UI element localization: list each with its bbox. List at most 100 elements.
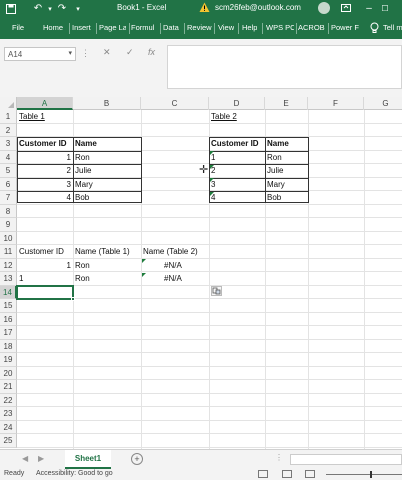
- page-layout-view-icon[interactable]: [282, 470, 292, 478]
- row-header-1[interactable]: 1: [0, 110, 17, 124]
- minimize-icon[interactable]: –: [362, 2, 376, 15]
- row-header-4[interactable]: 4: [0, 150, 17, 164]
- cell-e6[interactable]: Mary: [265, 178, 287, 192]
- name-box[interactable]: A14 ▾: [4, 47, 76, 61]
- cell-e5[interactable]: Julie: [265, 164, 285, 178]
- paste-options-icon[interactable]: [211, 286, 222, 296]
- cell-d1[interactable]: Table 2: [209, 110, 239, 124]
- row-header-19[interactable]: 19: [0, 353, 17, 367]
- fill-handle[interactable]: [71, 297, 75, 301]
- column-header-g[interactable]: G: [364, 97, 402, 110]
- lightbulb-icon[interactable]: [370, 22, 379, 34]
- scroll-left-icon[interactable]: ◀: [22, 454, 28, 463]
- column-header-d[interactable]: D: [209, 97, 265, 110]
- tab-page-layout[interactable]: Page La: [99, 23, 126, 32]
- chevron-down-icon[interactable]: ▾: [68, 49, 72, 57]
- maximize-icon[interactable]: ☐: [378, 2, 392, 15]
- worksheet-grid[interactable]: A B C D E F G 1 2 3 4 5 6 7 8 9 10 11 12 13 14 15 16 17 1…: [0, 97, 402, 449]
- row-header-9[interactable]: 9: [0, 218, 17, 232]
- row-header-10[interactable]: 10: [0, 231, 17, 245]
- scroll-right-icon[interactable]: ▶: [38, 454, 44, 463]
- tab-acrobat[interactable]: ACROB: [298, 23, 326, 32]
- cell-b7[interactable]: Bob: [73, 191, 91, 205]
- horizontal-scrollbar[interactable]: [290, 454, 402, 465]
- tab-help[interactable]: Help: [242, 23, 257, 32]
- cell-e3[interactable]: Name: [265, 137, 291, 151]
- cell-c13[interactable]: #N/A: [162, 272, 184, 286]
- page-break-view-icon[interactable]: [305, 470, 315, 478]
- add-sheet-icon[interactable]: +: [131, 453, 143, 465]
- cell-b5[interactable]: Julie: [73, 164, 93, 178]
- column-header-c[interactable]: C: [141, 97, 209, 110]
- row-header-23[interactable]: 23: [0, 407, 17, 421]
- row-header-24[interactable]: 24: [0, 420, 17, 434]
- row-header-14[interactable]: 14: [0, 285, 17, 299]
- accessibility-status[interactable]: Accessibility: Good to go: [36, 470, 113, 477]
- cell-a12[interactable]: 1: [17, 259, 73, 273]
- row-header-2[interactable]: 2: [0, 123, 17, 137]
- fx-icon[interactable]: fx: [148, 47, 155, 57]
- select-all-button[interactable]: [0, 97, 17, 110]
- row-header-21[interactable]: 21: [0, 380, 17, 394]
- row-header-13[interactable]: 13: [0, 272, 17, 286]
- active-cell-a14[interactable]: [16, 284, 74, 300]
- column-header-a[interactable]: A: [17, 97, 73, 110]
- row-header-6[interactable]: 6: [0, 177, 17, 191]
- row-header-12[interactable]: 12: [0, 258, 17, 272]
- row-header-7[interactable]: 7: [0, 191, 17, 205]
- row-header-18[interactable]: 18: [0, 339, 17, 353]
- cell-e7[interactable]: Bob: [265, 191, 283, 205]
- cell-a4[interactable]: 1: [17, 151, 73, 165]
- cell-a1[interactable]: Table 1: [17, 110, 47, 124]
- column-header-f[interactable]: F: [308, 97, 364, 110]
- account-email[interactable]: scm26feb@outlook.com: [215, 3, 301, 12]
- tell-me-search[interactable]: Tell m: [383, 23, 402, 32]
- cell-a5[interactable]: 2: [17, 164, 73, 178]
- row-header-11[interactable]: 11: [0, 245, 17, 259]
- tab-review[interactable]: Review: [187, 23, 212, 32]
- cell-b13[interactable]: Ron: [73, 272, 92, 286]
- cell-b6[interactable]: Mary: [73, 178, 95, 192]
- cell-b4[interactable]: Ron: [73, 151, 92, 165]
- enter-icon[interactable]: ✓: [126, 47, 134, 58]
- tab-power-pivot[interactable]: Power F: [331, 23, 363, 32]
- zoom-slider-thumb[interactable]: [370, 471, 372, 478]
- row-header-16[interactable]: 16: [0, 312, 17, 326]
- quick-access-dropdown-icon[interactable]: ▾: [71, 2, 85, 15]
- redo-icon[interactable]: ↷: [55, 2, 69, 15]
- sheet-tab-sheet1[interactable]: Sheet1: [65, 450, 111, 469]
- cell-a11[interactable]: Customer ID: [17, 245, 66, 259]
- row-header-20[interactable]: 20: [0, 366, 17, 380]
- more-icon[interactable]: ⋮: [275, 453, 283, 462]
- row-header-22[interactable]: 22: [0, 393, 17, 407]
- row-header-5[interactable]: 5: [0, 164, 17, 178]
- row-header-15[interactable]: 15: [0, 299, 17, 313]
- tab-insert[interactable]: Insert: [72, 23, 91, 32]
- cancel-icon[interactable]: ✕: [103, 47, 111, 58]
- tab-home[interactable]: Home: [43, 23, 63, 32]
- tab-data[interactable]: Data: [163, 23, 179, 32]
- row-header-25[interactable]: 25: [0, 434, 17, 448]
- cell-b11[interactable]: Name (Table 1): [73, 245, 132, 259]
- row-header-3[interactable]: 3: [0, 137, 17, 151]
- cell-a13[interactable]: 1: [17, 272, 25, 286]
- normal-view-icon[interactable]: [258, 470, 268, 478]
- cell-a3[interactable]: Customer ID: [17, 137, 69, 151]
- ribbon-display-options-icon[interactable]: [340, 2, 352, 14]
- column-header-e[interactable]: E: [265, 97, 308, 110]
- cell-e4[interactable]: Ron: [265, 151, 284, 165]
- cell-b12[interactable]: Ron: [73, 259, 92, 273]
- row-header-17[interactable]: 17: [0, 326, 17, 340]
- cell-b3[interactable]: Name: [73, 137, 99, 151]
- cell-c11[interactable]: Name (Table 2): [141, 245, 200, 259]
- cell-a7[interactable]: 4: [17, 191, 73, 205]
- cell-c12[interactable]: #N/A: [162, 259, 184, 273]
- formula-input[interactable]: [167, 45, 402, 89]
- zoom-slider[interactable]: [326, 474, 402, 475]
- cell-a6[interactable]: 3: [17, 178, 73, 192]
- tab-wps-pdf[interactable]: WPS PC: [266, 23, 294, 32]
- tab-view[interactable]: View: [218, 23, 234, 32]
- cell-d3[interactable]: Customer ID: [209, 137, 261, 151]
- column-header-b[interactable]: B: [73, 97, 141, 110]
- tab-file[interactable]: File: [12, 23, 24, 32]
